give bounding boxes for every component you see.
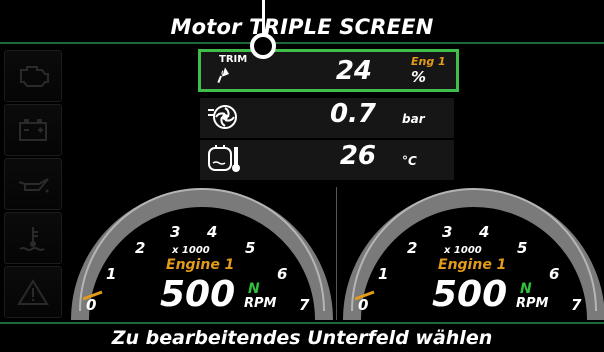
sidebar-item-battery[interactable] (4, 104, 62, 156)
sidebar-item-check-engine[interactable] (4, 50, 62, 102)
trim-engine-label: Eng 1 (411, 55, 446, 68)
sidebar-item-warning[interactable] (4, 266, 62, 318)
gauge-tick-0: 0 (358, 296, 369, 314)
screen-header: Motor TRIPLE SCREEN (0, 12, 604, 44)
rpm-gauge-left[interactable]: 0 1 2 3 4 5 6 7 x 1000 Engine 1 500 N RP… (66, 186, 334, 320)
gauge-rpm-unit: RPM (516, 296, 549, 311)
engine-temperature-icon (208, 145, 240, 172)
gauge-tick-1: 1 (378, 265, 389, 283)
gauge-gear-indicator: N (248, 281, 260, 297)
engine-temperature-field[interactable]: 26 °C (200, 140, 454, 180)
battery-icon (19, 119, 47, 141)
touch-cursor-icon (250, 33, 276, 59)
gauge-engine-label: Engine 1 (166, 257, 235, 273)
rpm-gauge-right[interactable]: 0 1 2 3 4 5 6 7 x 1000 Engine 1 500 N RP… (338, 186, 604, 320)
trim-unit: % (411, 68, 427, 86)
trim-value: 24 (335, 56, 372, 86)
gauge-engine-label: Engine 1 (438, 257, 507, 273)
oil-can-icon (18, 178, 49, 193)
trim-icon (217, 67, 229, 84)
warning-triangle-icon (17, 279, 49, 305)
gauge-tick-6: 6 (277, 265, 288, 283)
engine-temperature-value: 26 (339, 141, 376, 171)
gauge-tick-7: 7 (571, 296, 582, 314)
page-title: Motor TRIPLE SCREEN (170, 15, 434, 39)
boost-pressure-unit: bar (402, 112, 425, 126)
sidebar-item-oil[interactable] (4, 158, 62, 210)
gauges-divider (336, 187, 337, 320)
touch-cursor-stem (262, 0, 265, 37)
sidebar-item-coolant[interactable] (4, 212, 62, 264)
engine-temperature-unit: °C (402, 154, 417, 168)
gauge-tick-6: 6 (549, 265, 560, 283)
alarm-sidebar (0, 46, 64, 321)
gauge-tick-7: 7 (299, 296, 310, 314)
gauge-tick-3: 3 (170, 223, 181, 241)
trim-field[interactable]: TRIM 24 Eng 1 % (198, 49, 459, 92)
gauge-tick-3: 3 (442, 223, 453, 241)
boost-pressure-value: 0.7 (329, 99, 376, 129)
gauge-tick-1: 1 (106, 265, 117, 283)
gauge-tick-2: 2 (135, 239, 146, 257)
gauge-rpm-unit: RPM (244, 296, 277, 311)
check-engine-icon (20, 66, 49, 87)
gauge-multiplier: x 1000 (444, 245, 482, 256)
turbo-boost-icon (208, 105, 237, 129)
boost-pressure-field[interactable]: 0.7 bar (200, 98, 454, 138)
gauge-rpm-value: 500 (160, 274, 236, 315)
status-footer: Zu bearbeitendes Unterfeld wählen (0, 322, 604, 352)
gauge-tick-5: 5 (245, 239, 256, 257)
trim-icon-label: TRIM (219, 54, 248, 65)
gauge-tick-4: 4 (207, 223, 218, 241)
gauge-tick-5: 5 (517, 239, 528, 257)
gauge-tick-0: 0 (86, 296, 97, 314)
gauge-gear-indicator: N (520, 281, 532, 297)
gauge-tick-4: 4 (479, 223, 490, 241)
triple-screen-display: Motor TRIPLE SCREEN TRIM 24 Eng 1 % 0.7 … (0, 0, 604, 352)
gauge-tick-2: 2 (407, 239, 418, 257)
coolant-temperature-icon (19, 227, 45, 251)
gauge-rpm-value: 500 (432, 274, 508, 315)
gauge-multiplier: x 1000 (172, 245, 210, 256)
footer-instruction: Zu bearbeitendes Unterfeld wählen (111, 327, 493, 349)
